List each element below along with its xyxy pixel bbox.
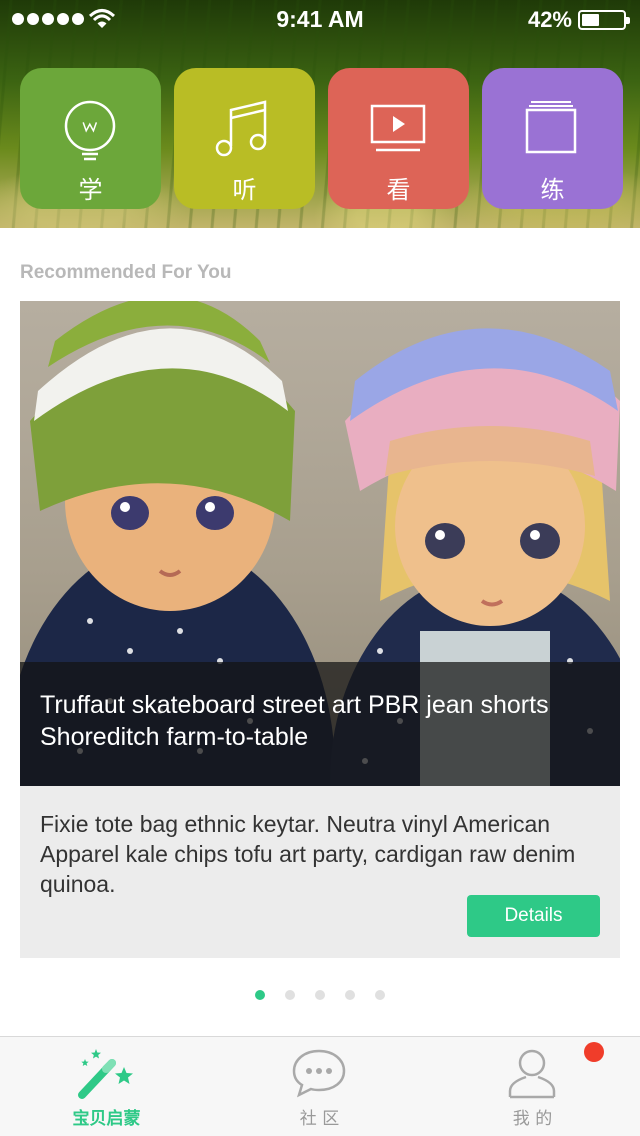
category-watch-tile[interactable]: 看 — [328, 68, 469, 209]
battery-percent: 42% — [527, 7, 572, 32]
music-note-icon — [215, 100, 267, 157]
section-title: Recommended For You — [20, 262, 232, 283]
page-dot[interactable] — [345, 990, 355, 1000]
user-icon — [508, 1049, 556, 1099]
tab-bar: 宝贝启蒙 社 区 我 的 — [0, 1036, 640, 1136]
magic-wand-icon — [78, 1049, 133, 1099]
tab-profile-label: 我 的 — [512, 1109, 553, 1129]
tab-community[interactable]: 社 区 — [213, 1037, 426, 1136]
page-indicator[interactable] — [0, 990, 640, 1000]
tab-enlightenment[interactable]: 宝贝启蒙 — [0, 1037, 213, 1136]
tab-profile[interactable]: 我 的 — [426, 1037, 639, 1136]
page-dot[interactable] — [375, 990, 385, 1000]
notification-badge — [584, 1042, 604, 1062]
recommendation-card[interactable]: Truffaut skateboard street art PBR jean … — [20, 301, 620, 958]
page-dot[interactable] — [255, 990, 265, 1000]
tab-enlightenment-label: 宝贝启蒙 — [72, 1109, 141, 1129]
category-practice-tile[interactable]: 练 — [482, 68, 623, 209]
category-listen-label: 听 — [232, 176, 257, 204]
card-description: Fixie tote bag ethnic keytar. Neutra vin… — [40, 811, 576, 897]
header-banner: 9:41 AM 42% 学 听 看 练 — [0, 0, 640, 228]
category-tiles: 学 听 看 练 — [20, 68, 623, 209]
page-dot[interactable] — [315, 990, 325, 1000]
card-title: Truffaut skateboard street art PBR jean … — [40, 691, 549, 751]
page-dot[interactable] — [285, 990, 295, 1000]
chat-bubble-icon — [292, 1049, 346, 1098]
book-icon — [525, 101, 577, 154]
battery-icon — [578, 10, 630, 30]
status-bar: 9:41 AM 42% — [0, 0, 640, 40]
category-listen-tile[interactable]: 听 — [174, 68, 315, 209]
category-learn-label: 学 — [78, 176, 103, 204]
tv-play-icon — [370, 104, 426, 152]
tab-community-label: 社 区 — [299, 1109, 340, 1129]
details-button[interactable]: Details — [467, 895, 600, 937]
lightbulb-icon — [64, 100, 116, 161]
category-watch-label: 看 — [386, 176, 411, 204]
category-learn-tile[interactable]: 学 — [20, 68, 161, 209]
category-practice-label: 练 — [540, 176, 565, 204]
